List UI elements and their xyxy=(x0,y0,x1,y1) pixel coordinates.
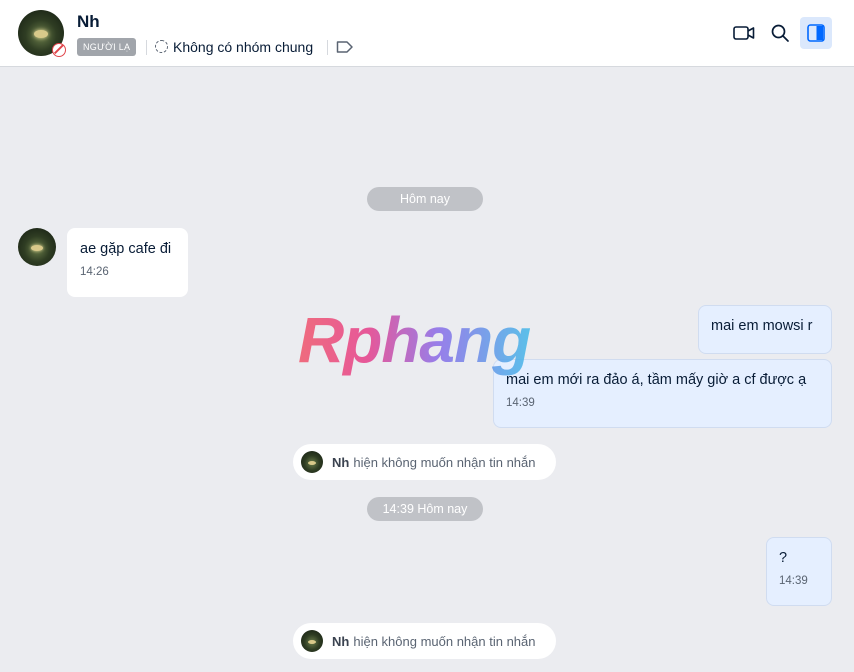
message-text: ae gặp cafe đi xyxy=(80,241,172,257)
notice-avatar xyxy=(301,630,323,652)
date-divider: Hôm nay xyxy=(367,187,483,211)
notice-name: Nh xyxy=(332,454,350,470)
search-button[interactable] xyxy=(764,17,796,49)
notice-text: hiện không muốn nhận tin nhắn xyxy=(353,454,536,470)
sender-avatar[interactable] xyxy=(18,228,56,266)
tag-icon[interactable] xyxy=(336,40,354,59)
message-bubble-outgoing[interactable]: mai em mowsi r xyxy=(698,305,832,354)
chat-header: Nh NGƯỜI LẠ Không có nhóm chung xyxy=(0,0,854,67)
video-call-button[interactable] xyxy=(728,17,760,49)
search-icon xyxy=(771,24,789,42)
system-notice: Nh hiện không muốn nhận tin nhắn xyxy=(293,623,556,659)
divider xyxy=(327,40,328,55)
message-text: mai em mowsi r xyxy=(711,318,813,334)
system-notice: Nh hiện không muốn nhận tin nhắn xyxy=(293,444,556,480)
message-text: mai em mới ra đảo á, tầm mấy giờ a cf đư… xyxy=(506,372,807,388)
contact-name[interactable]: Nh xyxy=(77,12,100,32)
date-divider: 14:39 Hôm nay xyxy=(367,497,483,521)
avatar-image xyxy=(31,245,43,251)
group-icon xyxy=(155,40,168,53)
watermark-logo: Rphang xyxy=(298,304,531,376)
video-camera-icon xyxy=(733,26,755,40)
sidebar-panel-icon xyxy=(807,24,825,42)
message-text: ? xyxy=(779,550,788,566)
message-time: 14:26 xyxy=(80,266,109,278)
message-bubble-outgoing[interactable]: mai em mới ra đảo á, tầm mấy giờ a cf đư… xyxy=(493,359,832,428)
toggle-info-panel-button[interactable] xyxy=(800,17,832,49)
notice-text: hiện không muốn nhận tin nhắn xyxy=(353,633,536,649)
scrollbar[interactable] xyxy=(838,67,854,672)
avatar-image xyxy=(34,30,48,38)
notice-avatar xyxy=(301,451,323,473)
message-bubble-outgoing[interactable]: ? 14:39 xyxy=(766,537,832,606)
mutual-groups-text[interactable]: Không có nhóm chung xyxy=(173,39,313,55)
notice-name: Nh xyxy=(332,633,350,649)
blocked-badge-icon xyxy=(52,43,66,57)
divider xyxy=(146,40,147,55)
stranger-badge: NGƯỜI LẠ xyxy=(77,38,137,56)
message-time: 14:39 xyxy=(779,575,808,587)
message-time: 14:39 xyxy=(506,397,535,409)
message-bubble-incoming[interactable]: ae gặp cafe đi 14:26 xyxy=(67,228,188,297)
